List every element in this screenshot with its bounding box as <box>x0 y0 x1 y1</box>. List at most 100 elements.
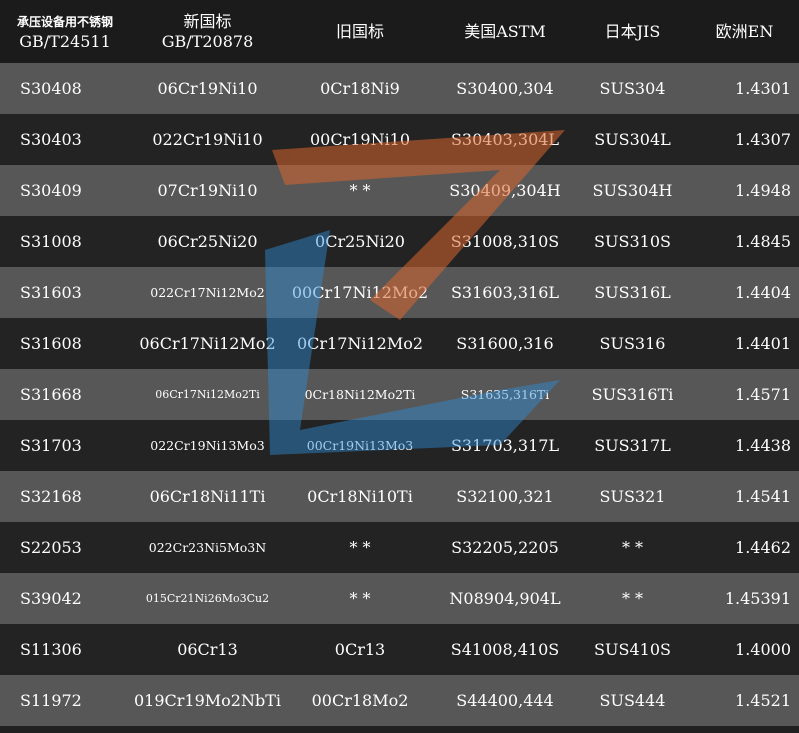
table-row: S31603 022Cr17Ni12Mo2 00Cr17Ni12Mo2 S316… <box>0 267 799 318</box>
cell-astm: S30409,304H <box>449 181 561 200</box>
cell-gb24511: S39042 <box>20 589 82 608</box>
cell-en: 1.4521 <box>735 691 791 710</box>
cell-old-gb: 0Cr18Ni9 <box>320 79 400 98</box>
cell-en: 1.4845 <box>735 232 791 251</box>
cell-en: 1.4401 <box>735 334 791 353</box>
header-old-gb: 旧国标 <box>335 21 384 41</box>
header-astm: 美国ASTM <box>464 21 546 41</box>
table-row: S32168 06Cr18Ni11Ti 0Cr18Ni10Ti S32100,3… <box>0 471 799 522</box>
cell-old-gb: 0Cr25Ni20 <box>315 232 405 251</box>
cell-astm: S31008,310S <box>450 232 560 251</box>
cell-jis: * * <box>621 538 644 557</box>
cell-jis: SUS304L <box>594 130 671 149</box>
cell-jis: SUS317L <box>594 436 671 455</box>
cell-astm: S31635,316Ti <box>460 387 550 402</box>
table-body: S30408 06Cr19Ni10 0Cr18Ni9 S30400,304 SU… <box>0 63 799 726</box>
cell-gb20878: 015Cr21Ni26Mo3Cu2 <box>145 592 270 605</box>
table-row: S11972 019Cr19Mo2NbTi 00Cr18Mo2 S44400,4… <box>0 675 799 726</box>
table-row: S31008 06Cr25Ni20 0Cr25Ni20 S31008,310S … <box>0 216 799 267</box>
cell-old-gb: * * <box>349 589 371 608</box>
cell-en: 1.4404 <box>735 283 791 302</box>
cell-jis: SUS310S <box>594 232 671 251</box>
cell-astm: S31603,316L <box>450 283 560 302</box>
header-gb20878-title: 新国标 <box>183 11 232 31</box>
cell-gb24511: S30403 <box>20 130 82 149</box>
cell-en: 1.4541 <box>735 487 791 506</box>
cell-jis: SUS316L <box>594 283 671 302</box>
cell-old-gb: 00Cr17Ni12Mo2 <box>291 283 429 302</box>
cell-gb20878: 06Cr19Ni10 <box>157 79 258 98</box>
header-jis: 日本JIS <box>604 21 661 41</box>
cell-old-gb: 0Cr13 <box>334 640 386 659</box>
cell-gb24511: S11972 <box>20 691 82 710</box>
cell-gb20878: 022Cr19Ni13Mo3 <box>150 438 265 453</box>
cell-gb24511: S30408 <box>20 79 82 98</box>
table-row: S31703 022Cr19Ni13Mo3 00Cr19Ni13Mo3 S317… <box>0 420 799 471</box>
header-gb24511-title: 承压设备用不锈钢 <box>16 14 113 29</box>
cell-astm: S31600,316 <box>456 334 554 353</box>
cell-jis: * * <box>621 589 644 608</box>
cell-gb24511: S22053 <box>20 538 82 557</box>
table-row: S31608 06Cr17Ni12Mo2 0Cr17Ni12Mo2 S31600… <box>0 318 799 369</box>
table-row: S30403 022Cr19Ni10 00Cr19Ni10 S30403,304… <box>0 114 799 165</box>
cell-old-gb: 0Cr17Ni12Mo2 <box>296 334 424 353</box>
cell-gb20878: 06Cr17Ni12Mo2 <box>139 334 276 353</box>
cell-gb24511: S11306 <box>20 640 82 659</box>
cell-en: 1.4462 <box>735 538 791 557</box>
cell-astm: S44400,444 <box>456 691 554 710</box>
table-header: 承压设备用不锈钢 GB/T24511 新国标 GB/T20878 旧国标 美国A… <box>0 0 799 63</box>
header-gb24511-code: GB/T24511 <box>19 31 111 51</box>
cell-jis: SUS316 <box>599 334 666 353</box>
cell-astm: S31703,317L <box>450 436 560 455</box>
cell-astm: N08904,904L <box>449 589 561 608</box>
cell-astm: S30400,304 <box>456 79 554 98</box>
cell-gb20878: 06Cr13 <box>177 640 238 659</box>
cell-old-gb: 00Cr19Ni10 <box>309 130 411 149</box>
table-row: S30408 06Cr19Ni10 0Cr18Ni9 S30400,304 SU… <box>0 63 799 114</box>
cell-gb24511: S31608 <box>20 334 82 353</box>
cell-en: 1.4307 <box>735 130 791 149</box>
cell-gb20878: 06Cr17Ni12Mo2Ti <box>155 388 260 401</box>
table-row: S22053 022Cr23Ni5Mo3N * * S32205,2205 * … <box>0 522 799 573</box>
header-gb20878: 新国标 GB/T20878 <box>130 0 285 63</box>
cell-en: 1.4438 <box>735 436 791 455</box>
cell-jis: SUS444 <box>599 691 666 710</box>
cell-astm: S41008,410S <box>450 640 560 659</box>
cell-old-gb: 0Cr18Ni10Ti <box>307 487 413 506</box>
cell-en: 1.4000 <box>735 640 791 659</box>
cell-jis: SUS304H <box>592 181 673 200</box>
cell-jis: SUS316Ti <box>591 385 674 404</box>
cell-old-gb: * * <box>349 181 371 200</box>
cell-jis: SUS321 <box>599 487 666 506</box>
cell-en: 1.4571 <box>735 385 791 404</box>
grade-comparison-page: 承压设备用不锈钢 GB/T24511 新国标 GB/T20878 旧国标 美国A… <box>0 0 799 733</box>
cell-gb24511: S30409 <box>20 181 82 200</box>
cell-gb20878: 022Cr17Ni12Mo2 <box>150 285 265 300</box>
cell-gb24511: S32168 <box>20 487 82 506</box>
cell-astm: S32205,2205 <box>451 538 559 557</box>
cell-old-gb: 00Cr18Mo2 <box>311 691 409 710</box>
cell-gb24511: S31668 <box>20 385 82 404</box>
cell-en: 1.45391 <box>724 589 791 608</box>
cell-old-gb: * * <box>349 538 371 557</box>
cell-gb20878: 06Cr18Ni11Ti <box>149 487 266 506</box>
cell-gb20878: 07Cr19Ni10 <box>157 181 258 200</box>
header-gb24511: 承压设备用不锈钢 GB/T24511 <box>0 0 130 63</box>
cell-gb20878: 06Cr25Ni20 <box>157 232 258 251</box>
table-row: S39042 015Cr21Ni26Mo3Cu2 * * N08904,904L… <box>0 573 799 624</box>
header-row: 承压设备用不锈钢 GB/T24511 新国标 GB/T20878 旧国标 美国A… <box>0 0 799 63</box>
cell-old-gb: 0Cr18Ni12Mo2Ti <box>304 387 416 402</box>
cell-jis: SUS410S <box>594 640 671 659</box>
cell-gb24511: S31603 <box>20 283 82 302</box>
cell-en: 1.4301 <box>735 79 791 98</box>
cell-old-gb: 00Cr19Ni13Mo3 <box>306 438 414 453</box>
table-row: S31668 06Cr17Ni12Mo2Ti 0Cr18Ni12Mo2Ti S3… <box>0 369 799 420</box>
cell-astm: S32100,321 <box>456 487 554 506</box>
cell-gb20878: 019Cr19Mo2NbTi <box>133 691 281 710</box>
cell-en: 1.4948 <box>735 181 791 200</box>
stainless-grade-table: 承压设备用不锈钢 GB/T24511 新国标 GB/T20878 旧国标 美国A… <box>0 0 799 726</box>
header-en: 欧洲EN <box>715 21 774 41</box>
cell-astm: S30403,304L <box>450 130 560 149</box>
header-gb20878-code: GB/T20878 <box>161 31 254 51</box>
table-row: S11306 06Cr13 0Cr13 S41008,410S SUS410S … <box>0 624 799 675</box>
